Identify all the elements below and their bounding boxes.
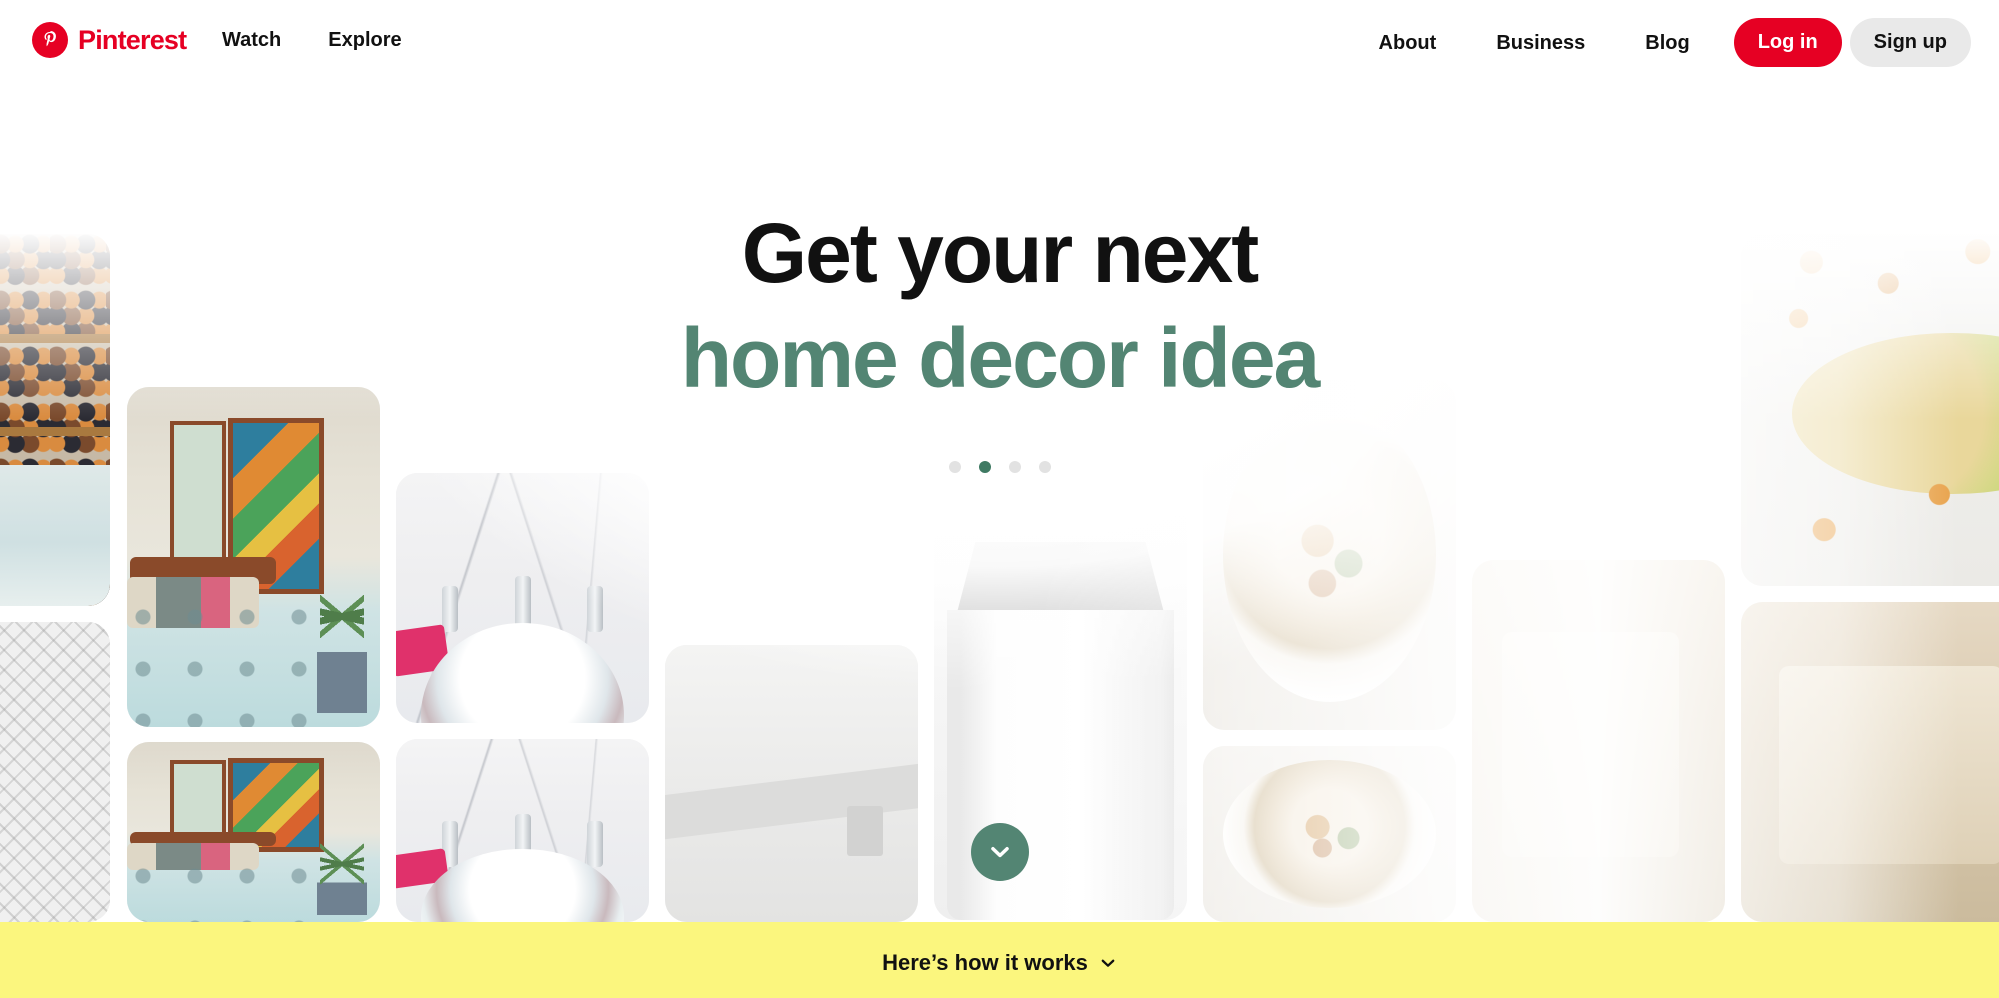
pin-image <box>396 473 649 723</box>
nav-item-business[interactable]: Business <box>1466 30 1615 56</box>
pinterest-homepage: Pinterest Watch Explore About Business B… <box>0 0 1999 998</box>
pin-image <box>1741 234 1999 586</box>
chevron-down-icon <box>1099 954 1117 972</box>
pin-card-bedroom-art[interactable] <box>127 387 380 727</box>
pin-card-warm-interior[interactable] <box>1741 602 1999 922</box>
pin-card-tiled-kitchen-shelf[interactable] <box>0 234 110 606</box>
pin-card-kitchen-counter[interactable] <box>665 645 918 922</box>
site-header: Pinterest Watch Explore About Business B… <box>0 0 1999 95</box>
pin-image <box>127 742 380 922</box>
carousel-dot-3[interactable] <box>1008 461 1021 473</box>
pin-image <box>0 234 110 606</box>
hero-carousel-dots <box>0 461 1999 473</box>
chevron-down-icon <box>987 839 1013 865</box>
pin-image <box>127 387 380 727</box>
pin-image <box>1472 560 1725 922</box>
nav-item-blog[interactable]: Blog <box>1615 30 1719 56</box>
how-it-works-label: Here’s how it works <box>882 950 1088 975</box>
pinterest-logo[interactable]: Pinterest <box>32 22 187 58</box>
login-button[interactable]: Log in <box>1733 18 1842 67</box>
pinterest-logo-icon <box>32 22 68 58</box>
pin-image <box>1203 380 1456 730</box>
secondary-nav: About Business Blog Log in Sign up <box>1349 18 1971 67</box>
signup-button[interactable]: Sign up <box>1849 18 1971 67</box>
pin-image <box>0 622 110 922</box>
pin-card-marble-sink[interactable] <box>396 473 649 723</box>
carousel-dot-2[interactable] <box>978 461 991 473</box>
carousel-dot-4[interactable] <box>1038 461 1051 473</box>
pin-image <box>1203 746 1456 922</box>
pinterest-wordmark: Pinterest <box>78 24 187 55</box>
pin-card-food-bowl[interactable] <box>1203 380 1456 730</box>
pin-card-bowl-lower[interactable] <box>1203 746 1456 922</box>
scroll-down-button[interactable] <box>970 823 1029 881</box>
how-it-works-bar[interactable]: Here’s how it works <box>0 922 1999 998</box>
nav-item-watch[interactable]: Watch <box>222 27 281 53</box>
pin-card-patterned-texture[interactable] <box>0 622 110 922</box>
pin-card-chickpea-flatbread[interactable] <box>1741 234 1999 586</box>
pin-card-bedroom-lower[interactable] <box>127 742 380 922</box>
pin-card-sink-lower[interactable] <box>396 739 649 922</box>
pin-image <box>665 645 918 922</box>
pin-image <box>1741 602 1999 922</box>
pin-image <box>396 739 649 922</box>
how-it-works-inner: Here’s how it works <box>882 950 1117 976</box>
primary-nav: Watch Explore <box>222 27 402 53</box>
pin-card-wood-detail[interactable] <box>1472 560 1725 922</box>
carousel-dot-1[interactable] <box>948 461 961 473</box>
nav-item-explore[interactable]: Explore <box>328 27 401 53</box>
nav-item-about[interactable]: About <box>1349 30 1467 56</box>
